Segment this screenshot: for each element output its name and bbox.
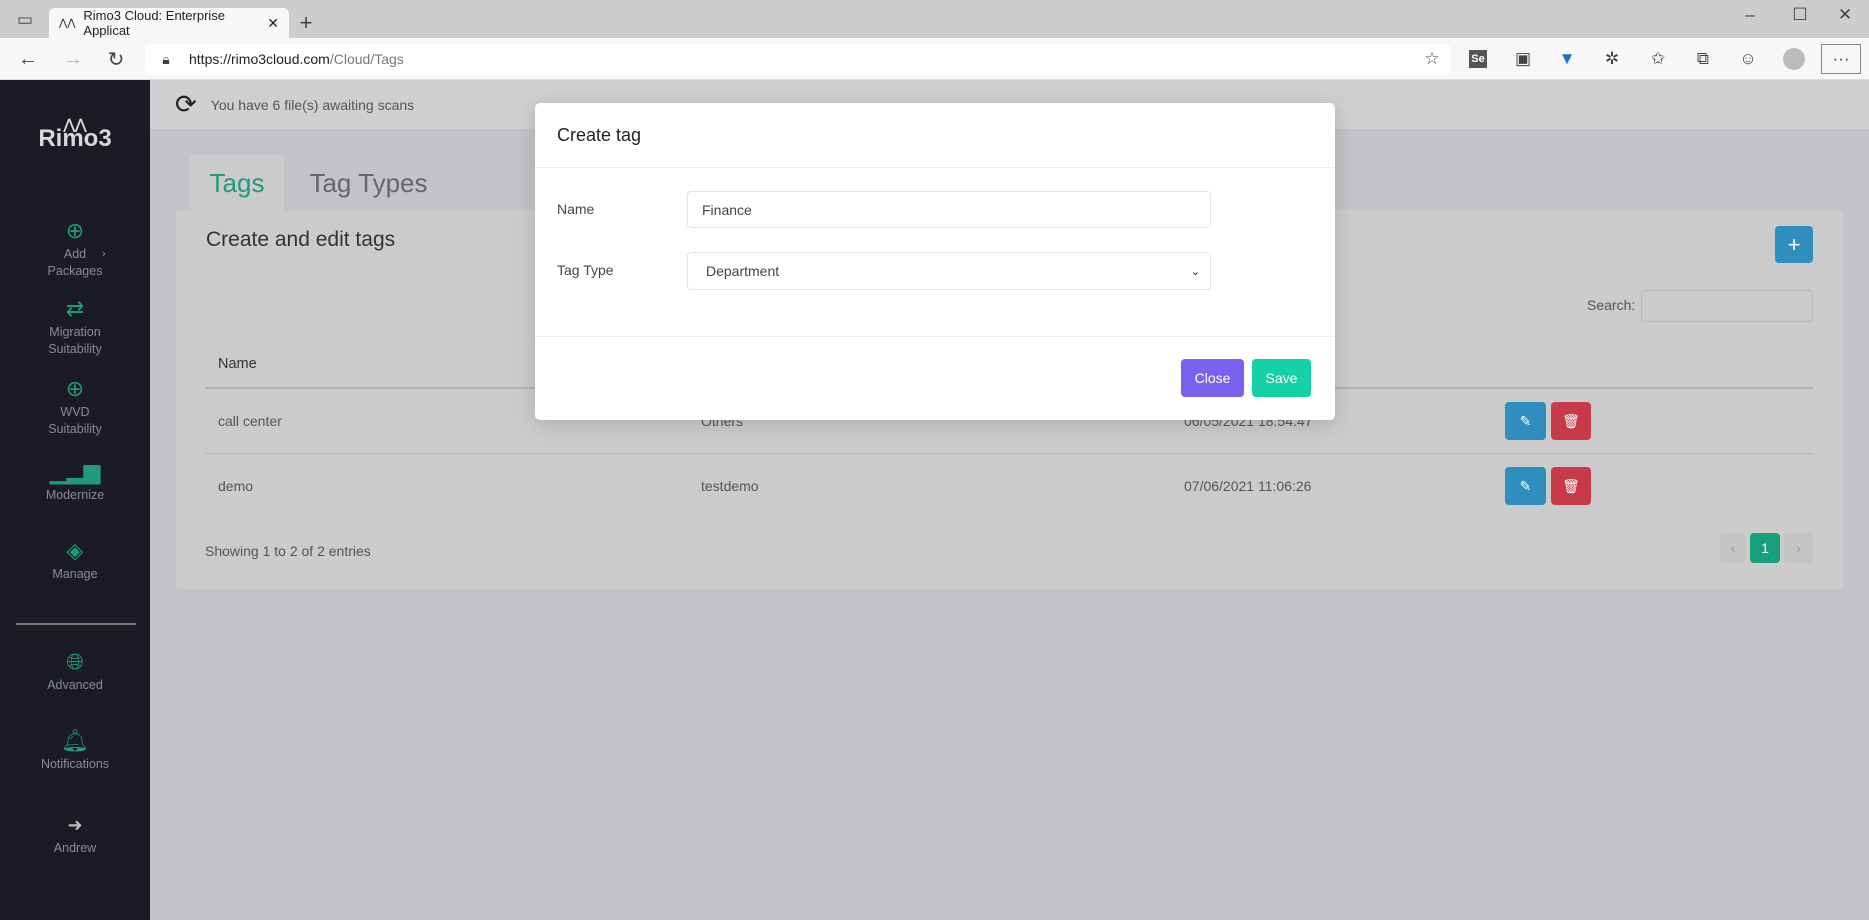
plus-icon: + xyxy=(1787,231,1801,257)
sidebar-item-add-packages[interactable]: ⊕ Add Packages › xyxy=(0,218,150,280)
url-path: /Cloud/Tags xyxy=(329,51,404,67)
search-label: Search: xyxy=(1587,297,1636,313)
pencil-icon: ✎ xyxy=(1519,477,1532,494)
zoom-in-icon: ⊕ xyxy=(65,376,85,401)
sidebar-item-label: Notifications xyxy=(40,757,110,771)
bell-icon: 🔔︎ xyxy=(61,728,89,753)
edit-button[interactable]: ✎ xyxy=(1505,467,1546,505)
extension-icon[interactable]: ▣ xyxy=(1508,44,1538,74)
add-favorite-icon[interactable]: ☆ xyxy=(1417,44,1447,74)
column-header-name[interactable]: Name xyxy=(218,356,257,372)
feedback-icon[interactable]: ☺ xyxy=(1733,44,1763,74)
tab-title: Rimo3 Cloud: Enterprise Applicat xyxy=(83,8,226,38)
refresh-icon[interactable]: ↻ xyxy=(101,44,131,74)
tag-type-select[interactable]: Department ⌄ xyxy=(687,252,1211,290)
cell-name: demo xyxy=(218,478,254,494)
name-label: Name xyxy=(557,201,595,217)
modal-title: Create tag xyxy=(557,125,642,145)
pencil-icon: ✎ xyxy=(1519,412,1532,429)
card-title: Create and edit tags xyxy=(206,228,396,251)
sidebar-item-modernize[interactable]: ▁▂▆ Modernize xyxy=(0,459,150,504)
cell-name: call center xyxy=(218,413,282,429)
arrows-exchange-icon: ⇄ xyxy=(65,296,85,321)
maximize-icon[interactable]: ☐ xyxy=(1785,0,1815,30)
extensions-icon[interactable]: ✲ xyxy=(1597,44,1627,74)
trash-icon: 🗑︎ xyxy=(1562,477,1580,494)
sidebar-item-label: Andrew xyxy=(53,841,97,855)
more-menu-button[interactable]: ··· xyxy=(1821,44,1861,74)
sidebar-item-notifications[interactable]: 🔔︎ Notifications xyxy=(0,728,150,773)
close-window-icon[interactable]: ✕ xyxy=(1830,0,1860,30)
modal-header-divider xyxy=(535,167,1335,168)
sidebar-item-label: Manage xyxy=(52,567,98,581)
search-input[interactable] xyxy=(1641,290,1813,322)
layers-icon: ◈ xyxy=(66,538,84,563)
tag-type-selected-value: Department xyxy=(706,263,780,279)
logo-text: Rimo3 xyxy=(38,125,112,152)
plus-circle-icon: ⊕ xyxy=(65,218,85,243)
pagination-next[interactable]: › xyxy=(1784,533,1813,563)
forward-icon[interactable]: → xyxy=(58,44,88,74)
chevron-down-icon: ⌄ xyxy=(1190,265,1200,278)
sidebar-item-migration-suitability[interactable]: ⇄ Migration Suitability xyxy=(0,296,150,358)
tab-actions-icon[interactable]: ▭ xyxy=(10,5,40,35)
delete-button[interactable]: 🗑︎ xyxy=(1551,467,1591,505)
sidebar-item-advanced[interactable]: 🌐︎ Advanced xyxy=(0,649,150,694)
sidebar-item-label: Add Packages xyxy=(47,247,103,278)
collections-icon[interactable]: ⧉ xyxy=(1688,44,1718,74)
minimize-icon[interactable]: – xyxy=(1735,0,1765,30)
url-host: https://rimo3cloud.com xyxy=(189,51,330,67)
shield-extension-icon[interactable]: ▼ xyxy=(1552,44,1582,74)
rimo3-logo[interactable]: ⋀⋀ Rimo3 xyxy=(0,117,150,151)
scan-notice-text: You have 6 file(s) awaiting scans xyxy=(210,96,415,113)
sidebar-item-wvd-suitability[interactable]: ⊕ WVD Suitability xyxy=(0,376,150,438)
sidebar-item-label: Modernize xyxy=(45,488,105,502)
bar-chart-icon: ▁▂▆ xyxy=(49,459,101,484)
add-tag-button[interactable]: + xyxy=(1775,226,1813,263)
modal-footer-divider xyxy=(535,336,1335,337)
back-icon[interactable]: ← xyxy=(13,44,43,74)
edit-button[interactable]: ✎ xyxy=(1505,402,1546,440)
sidebar-item-andrew[interactable]: ➜ Andrew xyxy=(0,812,150,857)
sidebar-item-label: Migration Suitability xyxy=(48,325,102,356)
pagination-prev[interactable]: ‹ xyxy=(1720,533,1746,563)
sign-out-icon: ➜ xyxy=(67,815,83,835)
cell-tag-type: testdemo xyxy=(701,478,759,494)
new-tab-icon[interactable]: + xyxy=(291,8,321,38)
globe-icon: 🌐︎ xyxy=(66,649,84,674)
sidebar-item-label: Advanced xyxy=(47,678,103,692)
cell-date: 07/06/2021 11:06:26 xyxy=(1184,478,1312,494)
trash-icon: 🗑︎ xyxy=(1562,412,1580,429)
address-bar[interactable]: https://rimo3cloud.com/Cloud/Tags xyxy=(145,44,1450,74)
pagination-page-1[interactable]: 1 xyxy=(1750,533,1780,563)
sidebar-item-manage[interactable]: ◈ Manage xyxy=(0,538,150,583)
entries-info: Showing 1 to 2 of 2 entries xyxy=(205,543,371,559)
row-divider xyxy=(205,453,1813,454)
sidebar-divider xyxy=(16,623,136,625)
site-favicon-icon: ⋀⋀ xyxy=(59,17,76,29)
name-input[interactable] xyxy=(687,191,1211,228)
tab-tag-types[interactable]: Tag Types xyxy=(296,155,441,211)
sidebar-item-label: WVD Suitability xyxy=(48,405,102,436)
save-button[interactable]: Save xyxy=(1252,359,1311,397)
favorites-icon[interactable]: ✩ xyxy=(1643,44,1673,74)
chevron-right-icon: › xyxy=(102,248,106,260)
delete-button[interactable]: 🗑︎ xyxy=(1551,402,1591,440)
tab-tags[interactable]: Tags xyxy=(190,155,284,211)
browser-tab[interactable]: ⋀⋀ Rimo3 Cloud: Enterprise Applicat ✕ xyxy=(49,8,289,38)
selenium-extension-icon[interactable]: Se xyxy=(1469,50,1487,68)
close-button[interactable]: Close xyxy=(1181,359,1244,397)
close-tab-icon[interactable]: ✕ xyxy=(267,15,279,32)
sync-icon[interactable]: ⟳ xyxy=(175,89,197,120)
create-tag-modal: Create tag Name Tag Type Department ⌄ Cl… xyxy=(535,103,1335,420)
profile-avatar[interactable] xyxy=(1779,44,1809,74)
tag-type-label: Tag Type xyxy=(557,262,614,278)
lock-icon[interactable]: 🔒︎ xyxy=(151,44,181,74)
